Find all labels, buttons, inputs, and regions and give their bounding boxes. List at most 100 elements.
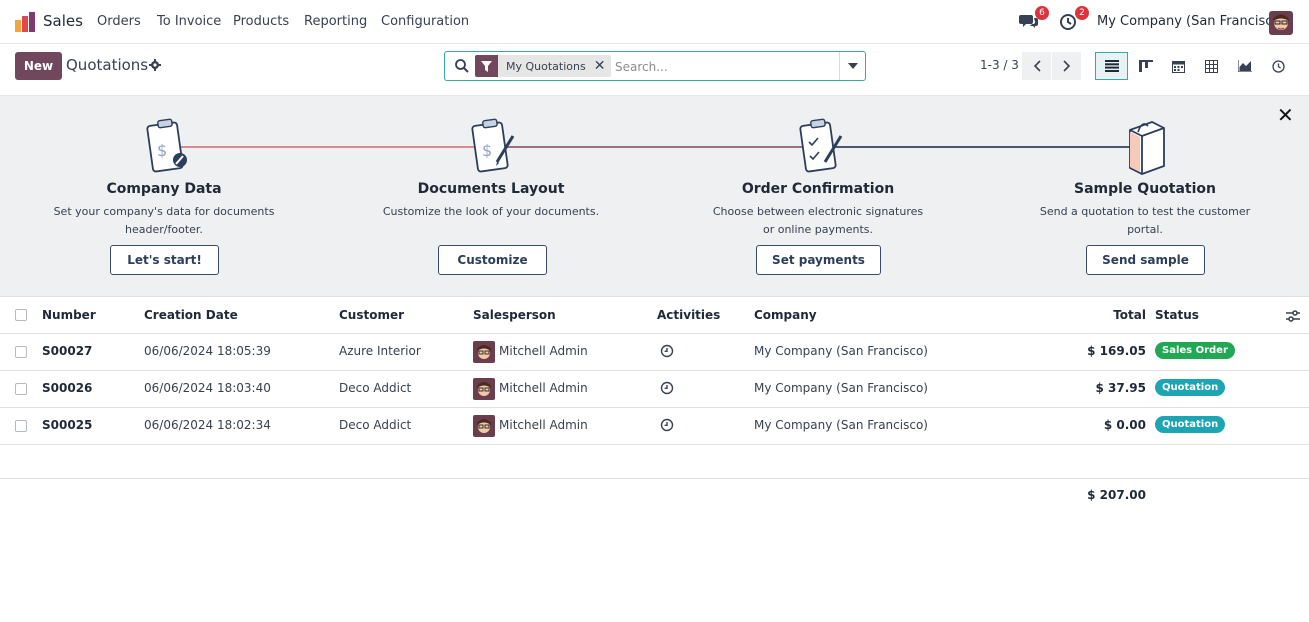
menu-reporting[interactable]: Reporting	[304, 14, 367, 29]
messages-button[interactable]: 6	[1019, 6, 1049, 33]
table-row[interactable]: S00027 06/06/2024 18:05:39 Azure Interio…	[0, 334, 1309, 371]
salesperson-name: Mitchell Admin	[499, 344, 588, 358]
progress-line	[490, 146, 818, 148]
creation-date: 06/06/2024 18:03:40	[144, 381, 271, 395]
search-options-toggle[interactable]	[839, 52, 865, 80]
pager-previous-button[interactable]	[1022, 52, 1051, 80]
row-checkbox[interactable]	[15, 383, 27, 395]
clock-icon	[1060, 14, 1076, 30]
step-title: Sample Quotation	[1073, 181, 1216, 197]
close-icon[interactable]: ✕	[1277, 105, 1294, 125]
close-icon[interactable]: ✕	[593, 55, 612, 77]
column-activities[interactable]: Activities	[657, 308, 720, 322]
documents-layout-illustration: $	[471, 118, 515, 173]
progress-line	[170, 146, 490, 148]
sales-app-icon[interactable]	[14, 11, 36, 33]
svg-text:$: $	[157, 141, 167, 160]
clock-icon[interactable]	[660, 344, 674, 358]
row-checkbox[interactable]	[15, 346, 27, 358]
page-title: Quotations	[66, 56, 149, 74]
order-number: S00025	[42, 418, 93, 432]
clock-icon[interactable]	[660, 418, 674, 432]
activity-view-button[interactable]	[1262, 52, 1295, 80]
set-payments-button[interactable]: Set payments	[756, 245, 881, 275]
company-name: My Company (San Francisco)	[754, 381, 928, 395]
menu-configuration[interactable]: Configuration	[381, 14, 469, 29]
company-data-illustration: $	[146, 118, 187, 173]
customize-button[interactable]: Customize	[438, 245, 547, 275]
creation-date: 06/06/2024 18:05:39	[144, 344, 271, 358]
list-view-icon	[1104, 60, 1119, 72]
status-badge: Sales Order	[1155, 342, 1235, 359]
company-name: My Company (San Francisco)	[754, 418, 928, 432]
caret-down-icon	[847, 63, 858, 69]
column-company[interactable]: Company	[754, 308, 817, 322]
new-button[interactable]: New	[15, 52, 62, 80]
row-checkbox[interactable]	[15, 420, 27, 432]
user-avatar-image	[1269, 11, 1293, 35]
order-total: $ 0.00	[1103, 418, 1146, 432]
lets-start-button[interactable]: Let's start!	[110, 245, 219, 275]
calendar-view-icon	[1172, 60, 1185, 73]
column-settings-icon[interactable]	[1286, 309, 1300, 323]
send-sample-button[interactable]: Send sample	[1086, 245, 1205, 275]
table-row[interactable]: S00025 06/06/2024 18:02:34 Deco Addict M…	[0, 408, 1309, 445]
pager-next-button[interactable]	[1052, 52, 1081, 80]
calendar-view-button[interactable]	[1162, 52, 1195, 80]
clock-icon	[1272, 59, 1285, 73]
pivot-view-icon	[1205, 59, 1218, 73]
sample-quotation-illustration	[1129, 121, 1165, 175]
column-total[interactable]: Total	[1086, 308, 1146, 322]
customer-name: Azure Interior	[339, 344, 421, 358]
avatar[interactable]	[473, 341, 495, 363]
svg-text:$: $	[482, 141, 492, 160]
table-footer-divider	[0, 478, 1309, 479]
avatar[interactable]	[473, 415, 495, 437]
avatar[interactable]	[473, 378, 495, 400]
clock-icon[interactable]	[660, 381, 674, 395]
select-all-checkbox[interactable]	[15, 309, 27, 321]
search-icon[interactable]	[454, 58, 470, 74]
menu-to-invoice[interactable]: To Invoice	[157, 14, 221, 29]
kanban-view-icon	[1138, 60, 1153, 72]
step-description: Choose between electronic signatures or o…	[712, 205, 924, 236]
app-name[interactable]: Sales	[43, 12, 83, 30]
pivot-view-button[interactable]	[1195, 52, 1228, 80]
messages-badge: 6	[1035, 6, 1049, 20]
step-title: Company Data	[106, 181, 222, 197]
top-navbar: Sales Orders To Invoice Products Reporti…	[0, 0, 1309, 44]
search-input[interactable]	[615, 57, 835, 77]
step-description: Customize the look of your documents.	[382, 205, 600, 218]
search-bar: My Quotations ✕	[444, 51, 866, 81]
pager-value[interactable]: 1-3 / 3	[980, 58, 1019, 72]
user-avatar[interactable]	[1269, 11, 1293, 35]
order-total: $ 169.05	[1087, 344, 1146, 358]
salesperson-name: Mitchell Admin	[499, 381, 588, 395]
progress-line	[818, 146, 1146, 148]
table-row[interactable]: S00026 06/06/2024 18:03:40 Deco Addict M…	[0, 371, 1309, 408]
step-description: Set your company's data for documents hea…	[53, 205, 275, 236]
gear-icon[interactable]	[149, 59, 161, 71]
company-name: My Company (San Francisco)	[754, 344, 928, 358]
customer-name: Deco Addict	[339, 418, 412, 432]
column-number[interactable]: Number	[42, 308, 96, 322]
menu-orders[interactable]: Orders	[97, 14, 141, 29]
column-salesperson[interactable]: Salesperson	[473, 308, 556, 322]
facet-label: My Quotations	[498, 55, 594, 77]
column-customer[interactable]: Customer	[339, 308, 404, 322]
chevron-left-icon	[1033, 60, 1041, 72]
column-creation-date[interactable]: Creation Date	[144, 308, 238, 322]
status-badge: Quotation	[1155, 379, 1226, 396]
activities-button[interactable]: 2	[1059, 6, 1089, 33]
menu-products[interactable]: Products	[233, 14, 289, 29]
creation-date: 06/06/2024 18:02:34	[144, 418, 271, 432]
graph-view-button[interactable]	[1228, 52, 1261, 80]
list-view-button[interactable]	[1095, 52, 1128, 80]
customer-name: Deco Addict	[339, 381, 412, 395]
column-status[interactable]: Status	[1155, 308, 1199, 322]
status-badge: Quotation	[1155, 416, 1226, 433]
kanban-view-button[interactable]	[1129, 52, 1162, 80]
company-switcher[interactable]: My Company (San Francisco)	[1097, 14, 1285, 29]
activities-badge: 2	[1075, 6, 1089, 20]
step-description: Send a quotation to test the customer por…	[1039, 205, 1251, 236]
